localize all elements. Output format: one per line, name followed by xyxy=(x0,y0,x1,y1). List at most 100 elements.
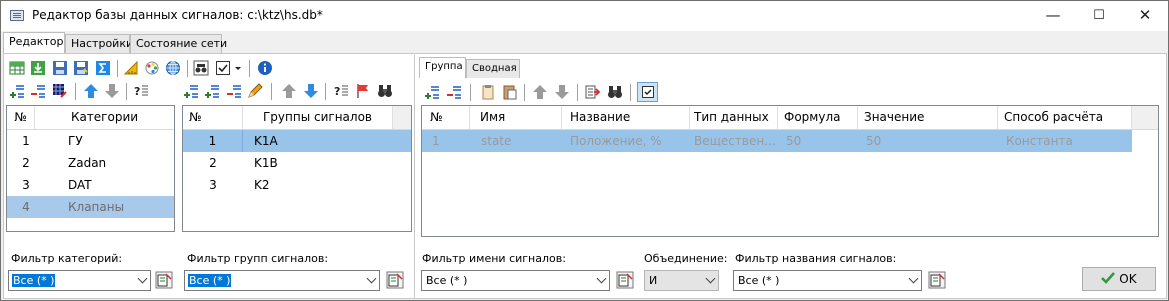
title-bar[interactable]: Редактор базы данных сигналов: c:\ktz\hs… xyxy=(1,1,1168,31)
column-header-data-type[interactable]: Тип данных xyxy=(690,106,778,130)
add-row-icon[interactable] xyxy=(424,84,440,100)
question-filter-icon[interactable]: ? xyxy=(333,83,349,99)
svg-text:?: ? xyxy=(334,85,340,98)
close-button[interactable]: ✕ xyxy=(1122,1,1168,31)
main-toolbar xyxy=(9,58,299,78)
binoculars-icon[interactable] xyxy=(377,83,393,99)
add-row-icon[interactable] xyxy=(183,83,199,99)
table-row[interactable]: 3 DAT xyxy=(7,174,174,196)
tab-editor[interactable]: Редактор xyxy=(3,32,65,54)
tab-settings[interactable]: Настройки xyxy=(65,34,133,54)
chevron-down-icon xyxy=(366,273,377,284)
chevron-down-icon xyxy=(705,273,716,284)
table-row-selected[interactable]: 4 Клапаны xyxy=(7,196,174,218)
arrow-down-icon[interactable] xyxy=(554,84,570,100)
toolbar-separator xyxy=(75,83,76,100)
panel-splitter[interactable] xyxy=(414,55,415,298)
table-icon[interactable] xyxy=(9,60,25,76)
column-header-name[interactable]: Имя xyxy=(470,106,562,130)
signal-title-filter-combo[interactable]: Все (* ) xyxy=(733,270,922,291)
palette-icon[interactable] xyxy=(144,60,160,76)
filter-apply-icon[interactable] xyxy=(386,271,404,289)
chevron-down-icon[interactable] xyxy=(233,60,243,76)
union-label: Объединение: xyxy=(644,252,728,265)
checkbox-icon[interactable] xyxy=(215,60,231,76)
table-row[interactable]: 2 K1B xyxy=(183,152,411,174)
column-header-group[interactable]: Группы сигналов xyxy=(243,106,393,130)
toolbar-separator xyxy=(126,83,127,100)
copy-icon[interactable] xyxy=(480,84,496,100)
delete-row-icon[interactable] xyxy=(226,83,242,99)
pencil-icon[interactable] xyxy=(247,83,263,99)
flag-icon[interactable] xyxy=(355,83,371,99)
signal-name-filter-value: Все (* ) xyxy=(426,274,468,287)
svg-text:?: ? xyxy=(134,85,140,98)
insert-row-icon[interactable] xyxy=(204,83,220,99)
arrow-up-icon[interactable] xyxy=(83,83,99,99)
filter-apply-icon[interactable] xyxy=(616,271,634,289)
sigma-icon[interactable] xyxy=(95,60,111,76)
tab-network-state[interactable]: Состояние сети xyxy=(130,34,227,54)
add-row-icon[interactable] xyxy=(9,83,25,99)
signal-title-filter-label: Фильтр названия сигналов: xyxy=(735,252,897,265)
column-header-formula[interactable]: Формула xyxy=(778,106,858,130)
delete-row-icon[interactable] xyxy=(446,84,462,100)
info-icon[interactable] xyxy=(257,60,273,76)
signal-name-filter-label: Фильтр имени сигналов: xyxy=(422,252,566,265)
delete-row-icon[interactable] xyxy=(30,83,46,99)
signal-name-filter-combo[interactable]: Все (* ) xyxy=(421,270,610,291)
table-row[interactable]: 1 ГУ xyxy=(7,130,174,152)
column-header-value[interactable]: Значение xyxy=(858,106,998,130)
arrow-up-icon[interactable] xyxy=(532,84,548,100)
column-header-num[interactable]: № xyxy=(7,106,35,130)
row-value: 50 xyxy=(866,134,882,148)
column-header-filler xyxy=(1132,106,1158,130)
row-num: 1 xyxy=(22,134,30,148)
row-category: DAT xyxy=(68,178,92,192)
toolbar-separator xyxy=(249,60,250,77)
tab-group[interactable]: Группа xyxy=(419,57,466,78)
table-row-selected[interactable]: 1 state Положение, % Веществен... 50 50 … xyxy=(422,130,1132,152)
binoculars-check-icon[interactable] xyxy=(193,60,209,76)
arrow-down-icon[interactable] xyxy=(303,83,319,99)
group-filter-combo[interactable]: Все (* ) xyxy=(184,270,380,291)
binoculars-icon[interactable] xyxy=(607,84,623,100)
chevron-down-icon xyxy=(908,273,919,284)
grid-edit-icon[interactable] xyxy=(52,83,68,99)
column-header-num[interactable]: № xyxy=(183,106,243,130)
globe-icon[interactable] xyxy=(165,60,181,76)
ruler-icon[interactable] xyxy=(123,60,139,76)
save-as-icon[interactable] xyxy=(73,60,89,76)
toolbar-separator xyxy=(630,84,631,101)
column-header-calc-method[interactable]: Способ расчёта xyxy=(998,106,1132,130)
maximize-button[interactable]: ☐ xyxy=(1076,1,1122,31)
toggle-check-button[interactable] xyxy=(637,82,658,102)
row-num: 1 xyxy=(432,134,440,148)
filter-apply-icon[interactable] xyxy=(155,271,173,289)
arrow-up-icon[interactable] xyxy=(281,83,297,99)
table-row[interactable]: 2 Zadan xyxy=(7,152,174,174)
table-row[interactable]: 3 K2 xyxy=(183,174,411,196)
signals-toolbar xyxy=(424,82,674,102)
ok-button[interactable]: OK xyxy=(1082,267,1156,291)
row-name: state xyxy=(481,134,512,148)
filter-apply-icon[interactable] xyxy=(928,271,946,289)
column-header-category[interactable]: Категории xyxy=(35,106,174,130)
question-filter-icon[interactable]: ? xyxy=(133,83,149,99)
import-icon[interactable] xyxy=(30,60,46,76)
column-header-num[interactable]: № xyxy=(422,106,470,130)
save-icon[interactable] xyxy=(52,60,68,76)
row-data-type: Веществен... xyxy=(694,134,776,148)
table-row-selected[interactable]: 1 K1A xyxy=(183,130,411,152)
column-header-title[interactable]: Название xyxy=(562,106,690,130)
minimize-button[interactable]: — xyxy=(1030,1,1076,31)
union-combo[interactable]: И xyxy=(644,270,719,291)
tab-summary[interactable]: Сводная xyxy=(466,59,520,78)
row-num: 3 xyxy=(22,178,30,192)
move-signal-icon[interactable] xyxy=(585,84,601,100)
arrow-down-icon[interactable] xyxy=(104,83,120,99)
toolbar-separator xyxy=(577,84,578,101)
row-num: 1 xyxy=(183,130,243,152)
category-filter-combo[interactable]: Все (* ) xyxy=(8,270,151,291)
paste-icon[interactable] xyxy=(502,84,518,100)
